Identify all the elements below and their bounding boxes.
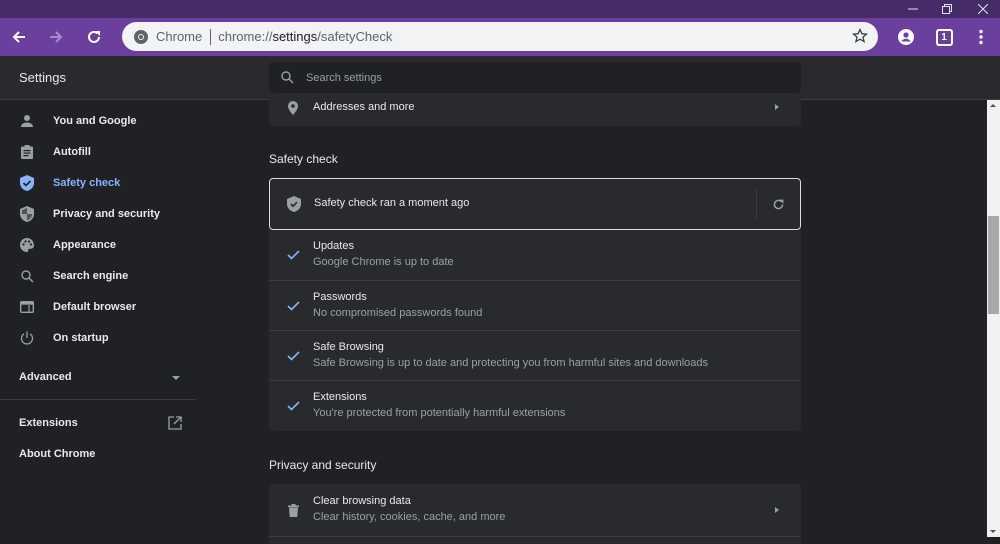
sidebar-divider	[0, 399, 196, 400]
reload-icon	[88, 30, 100, 43]
tab-count-badge: 1	[935, 28, 953, 46]
page-scrollbar[interactable]	[987, 100, 1000, 537]
sidebar-item-safety-check[interactable]: Safety check	[0, 169, 196, 197]
addresses-row[interactable]: Addresses and more	[269, 94, 801, 126]
safety-item-passwords: Passwords No compromised passwords found	[269, 281, 801, 331]
refresh-icon	[773, 199, 783, 209]
safety-check-heading: Safety check	[269, 152, 338, 166]
arrow-right-icon	[50, 31, 63, 43]
advanced-toggle[interactable]: Advanced	[0, 368, 196, 388]
palette-icon	[19, 237, 35, 253]
sidebar-item-privacy-and-security[interactable]: Privacy and security	[0, 200, 196, 228]
profile-button[interactable]	[892, 23, 920, 51]
safety-check-status-row: Safety check ran a moment ago	[269, 178, 801, 230]
sidebar-item-autofill[interactable]: Autofill	[0, 138, 196, 166]
tab-count-button[interactable]: 1	[930, 23, 958, 51]
more-vert-icon	[979, 29, 983, 45]
sidebar-item-appearance[interactable]: Appearance	[0, 231, 196, 259]
location-pin-icon	[285, 100, 301, 116]
status-divider	[756, 190, 757, 218]
open-in-new-icon	[168, 416, 182, 435]
close-icon	[978, 4, 988, 14]
browser-toolbar: Chrome chrome://settings/safetyCheck 1	[0, 18, 1000, 56]
chevron-right-icon	[775, 507, 779, 513]
sidebar-item-on-startup[interactable]: On startup	[0, 324, 196, 352]
check-icon	[285, 398, 301, 414]
caret-down-icon	[172, 376, 180, 380]
arrow-left-icon	[12, 31, 25, 43]
scroll-down-arrow-icon[interactable]	[990, 530, 996, 533]
safety-item-extensions: Extensions You're protected from potenti…	[269, 381, 801, 431]
address-bar[interactable]: Chrome chrome://settings/safetyCheck	[122, 22, 878, 51]
privacy-card: Clear browsing data Clear history, cooki…	[269, 484, 801, 544]
scroll-up-arrow-icon[interactable]	[990, 104, 996, 107]
search-icon	[281, 71, 294, 84]
browser-icon	[19, 299, 35, 315]
check-icon	[285, 298, 301, 314]
check-icon	[285, 348, 301, 364]
url-text[interactable]: chrome://settings/safetyCheck	[218, 29, 392, 44]
bookmark-star-icon[interactable]	[852, 28, 868, 44]
sidebar-item-extensions[interactable]: Extensions	[0, 409, 196, 437]
shield-icon	[19, 206, 35, 222]
menu-button[interactable]	[967, 23, 995, 51]
settings-sidebar: You and Google Autofill Safety check Pri…	[0, 100, 196, 537]
minimize-button[interactable]	[896, 0, 930, 18]
page-title: Settings	[19, 70, 66, 85]
search-icon	[19, 268, 35, 284]
scrollbar-thumb[interactable]	[988, 216, 999, 314]
shield-check-icon	[19, 175, 35, 191]
sidebar-item-default-browser[interactable]: Default browser	[0, 293, 196, 321]
shield-check-icon	[286, 196, 302, 212]
chevron-right-icon	[775, 104, 779, 110]
autofill-card: Addresses and more	[269, 94, 801, 126]
clipboard-icon	[19, 144, 35, 160]
person-icon	[19, 113, 35, 129]
sidebar-item-you-and-google[interactable]: You and Google	[0, 107, 196, 135]
check-icon	[285, 247, 301, 263]
omnibox-separator	[210, 28, 212, 45]
safety-check-card: Safety check ran a moment ago Updates Go…	[269, 178, 801, 431]
privacy-heading: Privacy and security	[269, 458, 377, 472]
close-button[interactable]	[966, 0, 1000, 18]
search-placeholder: Search settings	[306, 71, 382, 84]
rerun-safety-check-button[interactable]	[770, 196, 786, 212]
safety-check-status: Safety check ran a moment ago	[314, 197, 470, 209]
back-button[interactable]	[5, 23, 33, 51]
safety-item-updates: Updates Google Chrome is up to date	[269, 230, 801, 280]
sidebar-item-search-engine[interactable]: Search engine	[0, 262, 196, 290]
safety-item-safe-browsing: Safe Browsing Safe Browsing is up to dat…	[269, 331, 801, 381]
sidebar-item-about-chrome[interactable]: About Chrome	[0, 440, 196, 468]
clear-browsing-data-row[interactable]: Clear browsing data Clear history, cooki…	[269, 484, 801, 536]
search-settings-input[interactable]: Search settings	[269, 62, 801, 93]
title-bar	[0, 0, 1000, 18]
account-icon	[898, 29, 914, 45]
minimize-icon	[908, 8, 918, 10]
site-chip-label: Chrome	[156, 29, 203, 44]
restore-icon	[942, 4, 952, 14]
power-icon	[19, 330, 35, 346]
forward-button[interactable]	[42, 23, 70, 51]
trash-icon	[285, 502, 301, 518]
restore-button[interactable]	[930, 0, 964, 18]
reload-button[interactable]	[80, 23, 108, 51]
chrome-logo-icon	[134, 29, 148, 44]
